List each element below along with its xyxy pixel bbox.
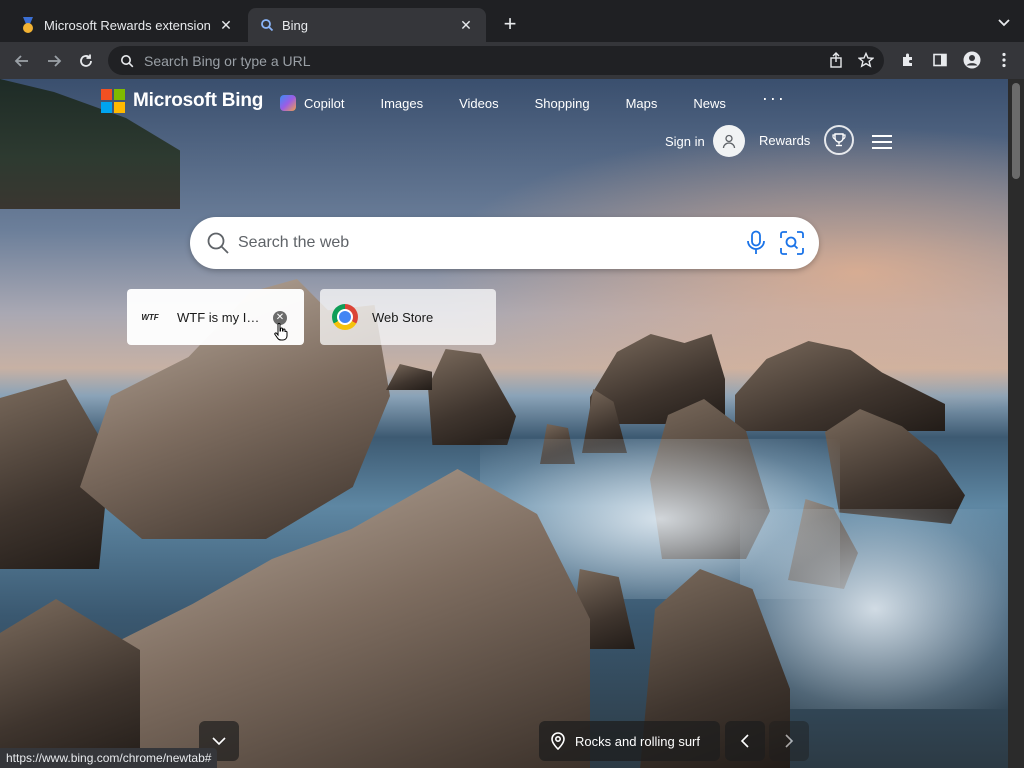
wtf-logo-icon: WTF — [141, 312, 159, 322]
arrow-left-icon — [14, 54, 28, 67]
search-icon — [261, 19, 274, 32]
nav-copilot[interactable]: Copilot — [280, 95, 344, 111]
nav-label: Videos — [459, 95, 499, 111]
close-icon[interactable]: ✕ — [218, 17, 234, 33]
close-icon[interactable]: ✕ — [458, 17, 474, 33]
top-navigation: Copilot Images Videos Shopping Maps News… — [280, 88, 786, 111]
share-icon[interactable] — [828, 52, 844, 68]
microsoft-logo-icon — [101, 89, 125, 113]
browser-toolbar: Search Bing or type a URL — [0, 42, 1024, 79]
avatar-icon — [712, 125, 745, 157]
nav-label: News — [693, 95, 726, 111]
next-image-button[interactable] — [769, 721, 809, 761]
chevron-left-icon — [740, 734, 749, 748]
bookmark-star-icon[interactable] — [858, 52, 874, 68]
trophy-icon — [824, 125, 855, 155]
more-menu-icon[interactable] — [992, 48, 1016, 72]
sign-in-button[interactable]: Sign in — [665, 125, 745, 157]
search-box — [190, 217, 819, 269]
quick-link-title: WTF is my I… — [177, 309, 260, 325]
quick-link-title: Web Store — [372, 309, 434, 325]
visual-search-icon[interactable] — [779, 230, 805, 256]
address-bar-placeholder: Search Bing or type a URL — [144, 52, 311, 69]
previous-image-button[interactable] — [725, 721, 765, 761]
sign-in-label: Sign in — [665, 133, 705, 149]
brand-name: Microsoft Bing — [133, 90, 264, 111]
back-button[interactable] — [6, 45, 38, 77]
scenery-rock — [0, 599, 140, 768]
quick-link-web-store[interactable]: Web Store — [320, 289, 496, 345]
reload-button[interactable] — [70, 45, 102, 77]
bing-logo[interactable]: Microsoft Bing — [101, 89, 263, 113]
new-tab-button[interactable]: + — [498, 13, 522, 37]
more-nav-button[interactable]: ··· — [762, 88, 786, 109]
copilot-icon — [280, 95, 296, 111]
chrome-icon — [332, 304, 358, 330]
side-panel-icon[interactable] — [928, 48, 952, 72]
scenery-rock — [386, 364, 432, 390]
tab-title: Microsoft Rewards extension — [44, 17, 211, 33]
nav-news[interactable]: News — [693, 96, 726, 111]
nav-shopping[interactable]: Shopping — [535, 96, 590, 111]
bing-homepage: Microsoft Bing Copilot Images Videos Sho… — [0, 79, 1008, 768]
medal-icon — [20, 17, 36, 33]
search-icon — [207, 232, 229, 254]
nav-label: Shopping — [534, 95, 590, 111]
hand-cursor-icon — [274, 323, 288, 341]
profile-icon[interactable] — [960, 48, 984, 72]
nav-label: Maps — [625, 95, 658, 111]
chevron-down-icon[interactable] — [996, 14, 1012, 30]
nav-label: Images — [380, 95, 424, 111]
rewards-label: Rewards — [759, 132, 811, 148]
microphone-icon[interactable] — [745, 230, 767, 256]
hamburger-menu-icon[interactable] — [872, 135, 892, 149]
chevron-down-icon — [212, 737, 226, 746]
page-scrollbar[interactable] — [1008, 79, 1024, 768]
scenery-rock — [735, 341, 945, 431]
chevron-right-icon — [785, 734, 794, 748]
scenery-rock — [428, 349, 516, 445]
forward-button[interactable] — [38, 45, 70, 77]
tab-rewards-extension[interactable]: Microsoft Rewards extension ✕ — [8, 8, 246, 42]
rewards-button[interactable]: Rewards — [759, 125, 855, 155]
status-bar-url: https://www.bing.com/chrome/newtab# — [0, 748, 218, 768]
tab-title: Bing — [282, 17, 309, 33]
image-caption: Rocks and rolling surf — [575, 733, 700, 749]
tab-strip: Microsoft Rewards extension ✕ Bing ✕ + — [0, 0, 1024, 42]
tab-bing[interactable]: Bing ✕ — [248, 8, 486, 42]
nav-label: Copilot — [304, 95, 345, 111]
scrollbar-thumb[interactable] — [1012, 83, 1020, 179]
image-info-button[interactable]: Rocks and rolling surf — [539, 721, 720, 761]
arrow-right-icon — [48, 54, 62, 67]
search-icon — [121, 54, 134, 67]
location-pin-icon — [551, 732, 565, 750]
search-input[interactable] — [238, 234, 718, 252]
nav-maps[interactable]: Maps — [626, 96, 658, 111]
extensions-icon[interactable] — [896, 48, 920, 72]
nav-videos[interactable]: Videos — [459, 96, 499, 111]
reload-icon — [80, 54, 92, 67]
nav-images[interactable]: Images — [380, 96, 423, 111]
address-bar[interactable]: Search Bing or type a URL — [108, 46, 884, 75]
